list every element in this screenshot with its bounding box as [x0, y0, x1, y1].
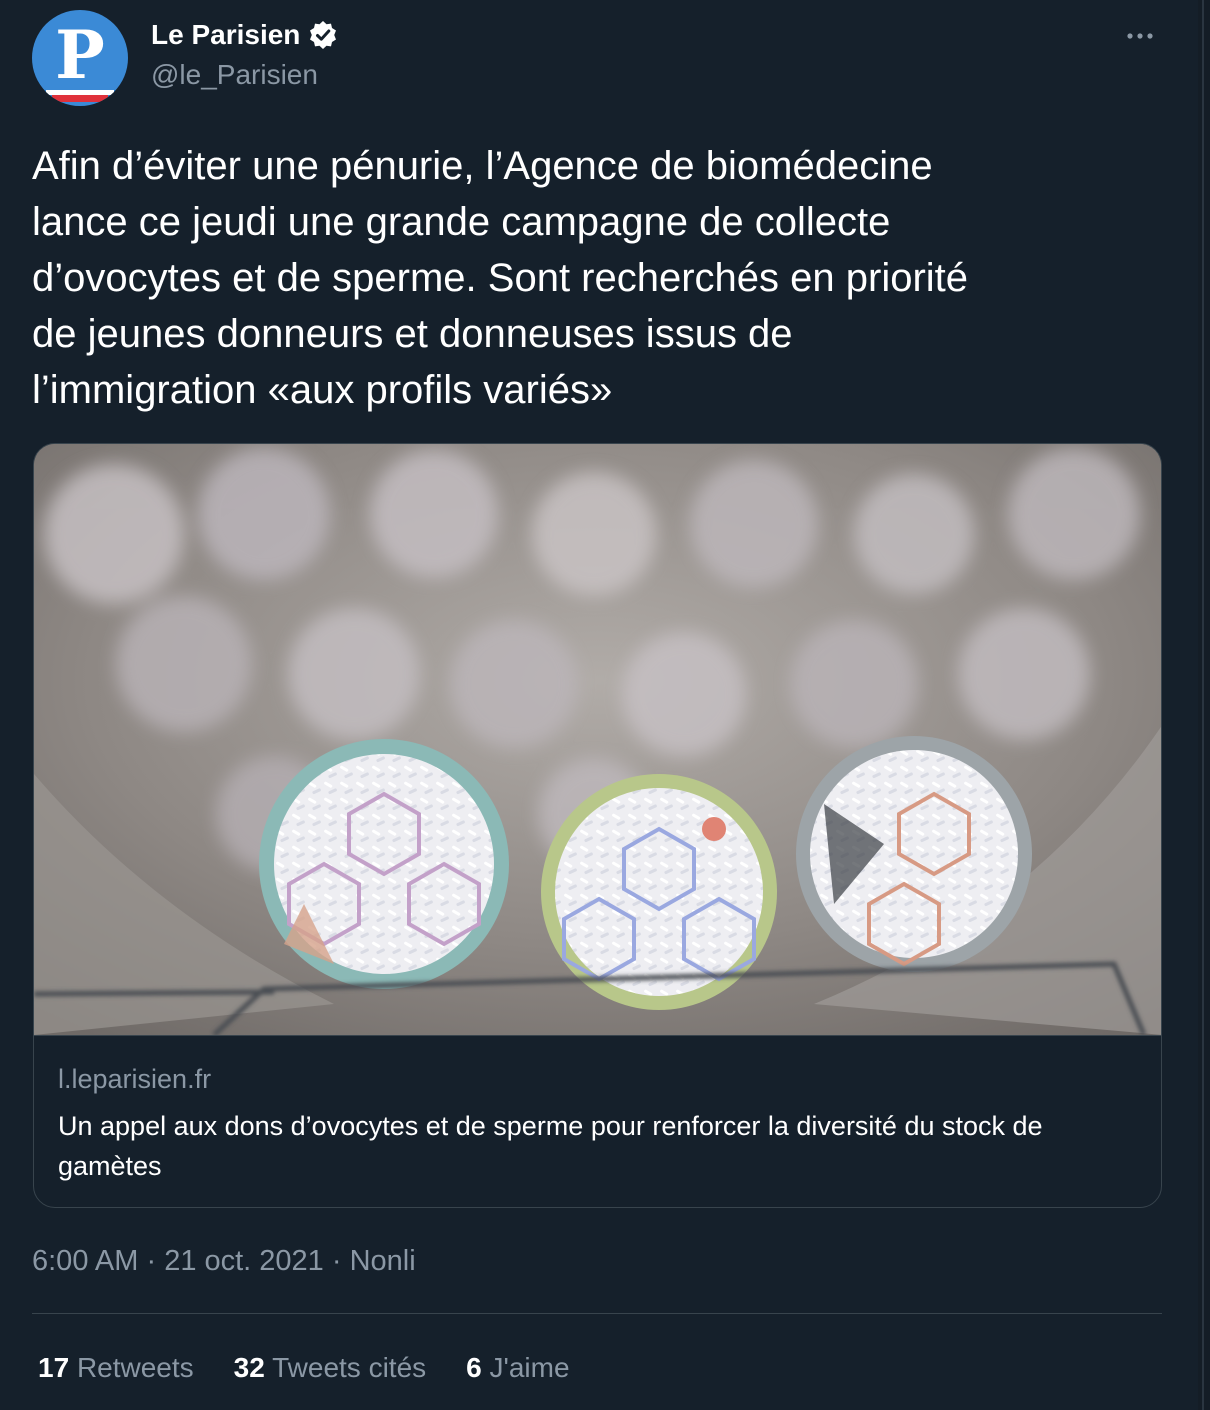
likes-label: J'aime — [489, 1352, 570, 1383]
card-title[interactable]: Un appel aux dons d’ovocytes et de sperm… — [58, 1106, 1138, 1186]
author-name-row[interactable]: Le Parisien — [151, 18, 338, 52]
tweet-stats: 17 Retweets 32 Tweets cités 6 J'aime — [38, 1349, 570, 1387]
card-divider — [34, 1035, 1161, 1036]
avatar-logo-letter: P — [55, 16, 105, 94]
tweet-source[interactable]: Nonli — [350, 1245, 416, 1277]
link-preview-card[interactable]: l.leparisien.fr Un appel aux dons d’ovoc… — [33, 443, 1162, 1208]
likes-count: 6 — [466, 1352, 482, 1383]
card-image[interactable] — [34, 444, 1161, 1035]
tweet-date[interactable]: 21 oct. 2021 — [164, 1245, 324, 1277]
quotes-label: Tweets cités — [272, 1352, 427, 1383]
tweet-time[interactable]: 6:00 AM — [32, 1245, 138, 1277]
avatar[interactable]: P — [32, 10, 128, 106]
meta-separator: · — [138, 1245, 165, 1277]
quotes-stat[interactable]: 32 Tweets cités — [234, 1349, 427, 1387]
divider — [32, 1313, 1162, 1314]
author-name[interactable]: Le Parisien — [151, 18, 300, 52]
meta-separator: · — [323, 1245, 350, 1277]
quotes-count: 32 — [233, 1352, 265, 1383]
verified-badge-icon — [308, 20, 338, 50]
retweets-count: 17 — [38, 1352, 70, 1383]
author-handle[interactable]: @le_Parisien — [151, 58, 318, 92]
scrollbar[interactable] — [1198, 0, 1210, 1410]
tweet-text: Afin d’éviter une pénurie, l’Agence de b… — [32, 144, 969, 412]
more-options-icon[interactable] — [1120, 18, 1160, 52]
retweets-label: Retweets — [76, 1352, 194, 1383]
likes-stat[interactable]: 6 J'aime — [466, 1349, 569, 1387]
retweets-stat[interactable]: 17 Retweets — [38, 1349, 194, 1387]
tweet-meta: 6:00 AM · 21 oct. 2021 · Nonli — [32, 1242, 416, 1280]
avatar-stripe-red — [52, 95, 108, 102]
card-domain[interactable]: l.leparisien.fr — [58, 1062, 211, 1096]
